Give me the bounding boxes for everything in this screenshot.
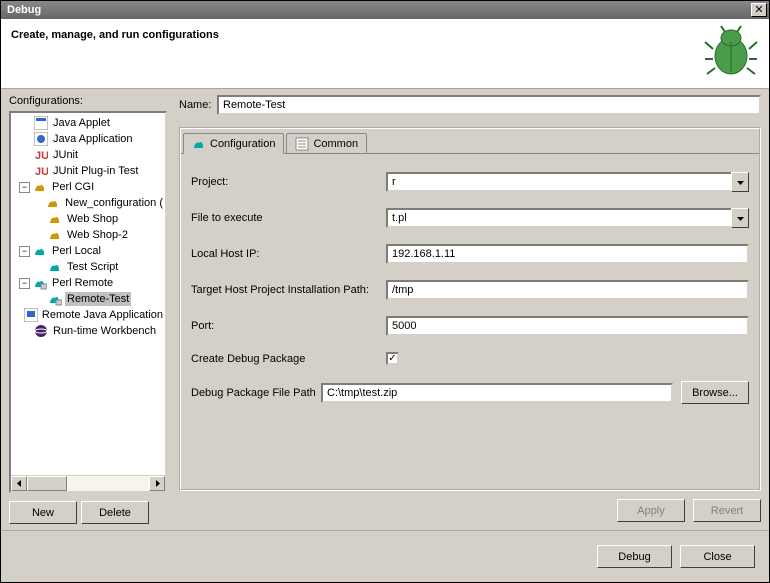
- pkg-path-input[interactable]: [321, 383, 673, 403]
- project-label: Project:: [191, 176, 386, 188]
- configurations-tree[interactable]: Java Applet Java Application JUJUnit JUJ…: [9, 111, 167, 493]
- apply-button[interactable]: Apply: [617, 499, 685, 522]
- header: Create, manage, and run configurations: [1, 19, 769, 89]
- configurations-label: Configurations:: [9, 95, 167, 107]
- tree-item-test-script[interactable]: Test Script: [11, 259, 165, 275]
- camel-remote-icon: [47, 291, 63, 307]
- collapse-icon[interactable]: −: [19, 278, 30, 289]
- scrollbar-horizontal[interactable]: [11, 475, 165, 491]
- scroll-track[interactable]: [67, 476, 149, 491]
- tree-item-perl-cgi[interactable]: −Perl CGI: [11, 179, 165, 195]
- collapse-icon[interactable]: −: [19, 182, 30, 193]
- camel-icon: [47, 259, 63, 275]
- create-pkg-checkbox[interactable]: ✓: [386, 352, 399, 365]
- close-button[interactable]: Close: [680, 545, 755, 568]
- tree-item-java-applet[interactable]: Java Applet: [11, 115, 165, 131]
- junit-plugin-icon: JU: [33, 163, 49, 179]
- scroll-thumb[interactable]: [27, 476, 67, 491]
- file-label: File to execute: [191, 212, 386, 224]
- camel-icon: [32, 243, 48, 259]
- footer: Debug Close: [1, 530, 769, 582]
- window-title: Debug: [3, 4, 751, 16]
- tab-body: Project: File to execute: [181, 153, 759, 489]
- target-path-label: Target Host Project Installation Path:: [191, 284, 386, 296]
- camel-remote-icon: [32, 275, 48, 291]
- eclipse-icon: [33, 323, 49, 339]
- project-combo[interactable]: [386, 172, 731, 192]
- tree-item-remote-test[interactable]: Remote-Test: [11, 291, 165, 307]
- tree-item-junit-plugin[interactable]: JUJUnit Plug-in Test: [11, 163, 165, 179]
- camel-icon: [47, 211, 63, 227]
- remote-java-icon: [24, 307, 38, 323]
- port-label: Port:: [191, 320, 386, 332]
- configuration-detail: Name: Configuration Common Proje: [167, 89, 769, 530]
- debug-dialog: Debug ✕ Create, manage, and run configur…: [0, 0, 770, 583]
- target-path-input[interactable]: [386, 280, 749, 300]
- close-icon[interactable]: ✕: [751, 3, 767, 17]
- browse-button[interactable]: Browse...: [681, 381, 749, 404]
- local-host-label: Local Host IP:: [191, 248, 386, 260]
- local-host-input[interactable]: [386, 244, 749, 264]
- configurations-panel: Configurations: Java Applet Java Applica…: [1, 89, 167, 530]
- common-icon: [295, 137, 309, 151]
- camel-icon: [47, 227, 63, 243]
- scroll-right-icon[interactable]: [149, 476, 165, 491]
- collapse-icon[interactable]: −: [19, 246, 30, 257]
- debug-button[interactable]: Debug: [597, 545, 672, 568]
- revert-button[interactable]: Revert: [693, 499, 761, 522]
- check-icon: ✓: [388, 353, 396, 364]
- tree-item-web-shop[interactable]: Web Shop: [11, 211, 165, 227]
- tree-item-perl-local[interactable]: −Perl Local: [11, 243, 165, 259]
- tree-item-runtime-workbench[interactable]: Run-time Workbench: [11, 323, 165, 339]
- applet-icon: [33, 115, 49, 131]
- camel-icon: [32, 179, 48, 195]
- port-input[interactable]: [386, 316, 749, 336]
- body: Configurations: Java Applet Java Applica…: [1, 89, 769, 530]
- delete-button[interactable]: Delete: [81, 501, 149, 524]
- tree-item-junit[interactable]: JUJUnit: [11, 147, 165, 163]
- tabs: Configuration Common Project:: [179, 127, 761, 491]
- java-app-icon: [33, 131, 49, 147]
- tab-common[interactable]: Common: [286, 133, 367, 153]
- titlebar: Debug ✕: [1, 1, 769, 19]
- header-title: Create, manage, and run configurations: [1, 19, 229, 88]
- file-combo[interactable]: [386, 208, 731, 228]
- tab-label: Common: [313, 138, 358, 150]
- svg-text:JU: JU: [35, 150, 48, 162]
- chevron-down-icon[interactable]: [731, 208, 749, 228]
- chevron-down-icon[interactable]: [731, 172, 749, 192]
- svg-text:JU: JU: [35, 166, 48, 178]
- tree-item-java-application[interactable]: Java Application: [11, 131, 165, 147]
- tree-item-new-config[interactable]: New_configuration (: [11, 195, 165, 211]
- camel-icon: [192, 137, 206, 151]
- new-button[interactable]: New: [9, 501, 77, 524]
- camel-icon: [46, 195, 61, 211]
- tab-configuration[interactable]: Configuration: [183, 133, 284, 154]
- scroll-left-icon[interactable]: [11, 476, 27, 491]
- create-pkg-label: Create Debug Package: [191, 353, 386, 365]
- name-input[interactable]: [217, 95, 761, 115]
- tree-item-perl-remote[interactable]: −Perl Remote: [11, 275, 165, 291]
- tree-item-web-shop-2[interactable]: Web Shop-2: [11, 227, 165, 243]
- bug-icon: [703, 24, 759, 80]
- tree-item-remote-java[interactable]: Remote Java Application: [11, 307, 165, 323]
- name-label: Name:: [179, 99, 217, 111]
- junit-icon: JU: [33, 147, 49, 163]
- pkg-path-label: Debug Package File Path: [191, 387, 321, 399]
- tab-label: Configuration: [210, 138, 275, 150]
